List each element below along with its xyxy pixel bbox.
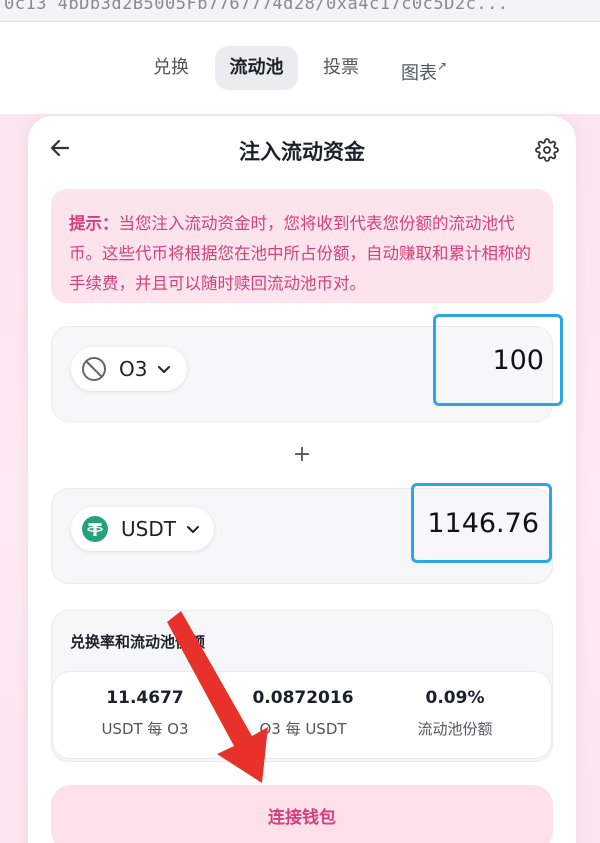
rate-pool-share: 0.09% 流动池份额 <box>375 688 535 739</box>
token-a-panel: O3 <box>51 314 563 422</box>
rate-value: 0.0872016 <box>252 688 354 708</box>
rate-label: O3 每 USDT <box>259 720 347 738</box>
tab-swap[interactable]: 兑换 <box>140 46 202 90</box>
external-link-icon: ↗ <box>436 59 448 73</box>
rate-value: 0.09% <box>425 688 485 708</box>
plus-icon: + <box>292 442 312 467</box>
rate-label: 流动池份额 <box>417 720 493 738</box>
tab-vote[interactable]: 投票 <box>310 46 372 90</box>
token-a-amount-input[interactable] <box>433 314 563 406</box>
url-bar[interactable]: 0c13 4bDb3d2B5005Fb7767774d28/0xa4c17c0c… <box>0 0 600 22</box>
add-liquidity-card: 注入流动资金 提示：当您注入流动资金时，您将收到代表您份额的流动池代币。这些代币… <box>28 116 576 843</box>
rates-row: 11.4677 USDT 每 O3 0.0872016 O3 每 USDT 0.… <box>52 671 552 759</box>
tab-pool[interactable]: 流动池 <box>215 46 298 90</box>
tab-charts-label: 图表 <box>400 63 437 84</box>
liquidity-tip: 提示：当您注入流动资金时，您将收到代表您份额的流动池代币。这些代币将根据您在池中… <box>51 189 553 303</box>
tip-text: 当您注入流动资金时，您将收到代表您份额的流动池代币。这些代币将根据您在池中所占份… <box>69 214 531 293</box>
tip-prefix: 提示： <box>69 214 119 233</box>
rate-o3-per-usdt: 0.0872016 O3 每 USDT <box>223 688 383 739</box>
rate-usdt-per-o3: 11.4677 USDT 每 O3 <box>65 688 225 739</box>
token-b-symbol: USDT <box>121 517 176 541</box>
connect-wallet-button[interactable]: 连接钱包 <box>51 785 553 843</box>
rates-title: 兑换率和流动池份额 <box>70 633 206 651</box>
chevron-down-icon <box>158 366 171 373</box>
token-a-select[interactable]: O3 <box>71 347 187 391</box>
tab-charts[interactable]: 图表↗ <box>388 46 460 90</box>
blocked-circle-icon <box>82 357 106 381</box>
tab-vote-label: 投票 <box>323 57 359 78</box>
token-b-amount-input[interactable] <box>411 483 552 563</box>
gear-icon[interactable] <box>535 138 559 162</box>
rate-value: 11.4677 <box>106 688 184 708</box>
tab-swap-label: 兑换 <box>153 57 189 78</box>
tab-pool-label: 流动池 <box>229 57 284 78</box>
price-and-share-panel: 兑换率和流动池份额 11.4677 USDT 每 O3 0.0872016 O3… <box>51 610 553 762</box>
top-nav: 兑换 流动池 投票 图表↗ <box>0 22 600 114</box>
chevron-down-icon <box>186 526 199 533</box>
tether-icon <box>82 516 108 542</box>
page-title: 注入流动资金 <box>239 140 365 164</box>
token-b-select[interactable]: USDT <box>71 507 214 551</box>
token-a-symbol: O3 <box>119 357 148 381</box>
token-b-panel: USDT <box>51 483 553 584</box>
rate-label: USDT 每 O3 <box>101 720 189 738</box>
url-text: 0c13 4bDb3d2B5005Fb7767774d28/0xa4c17c0c… <box>4 0 509 14</box>
